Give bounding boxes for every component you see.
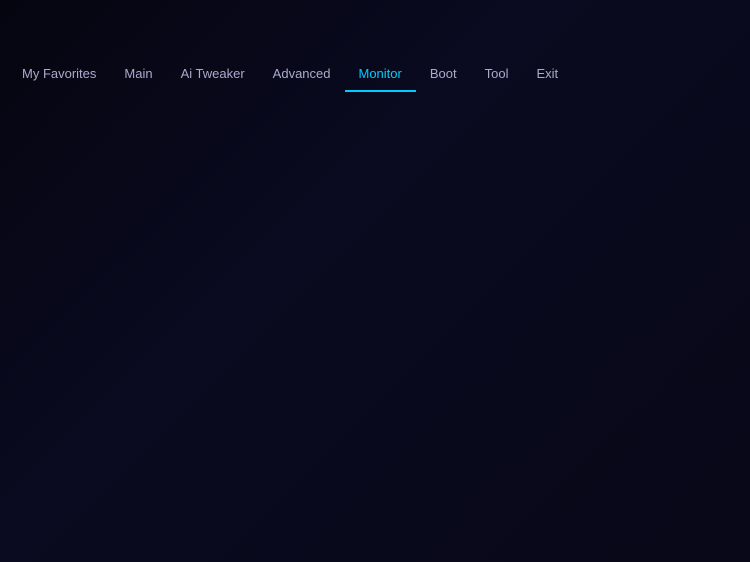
nav-exit-label: Exit (536, 66, 558, 81)
nav-tool-label: Tool (485, 66, 509, 81)
nav-monitor[interactable]: Monitor (345, 56, 416, 92)
nav-favorites-label: My Favorites (22, 66, 96, 81)
nav-advanced[interactable]: Advanced (259, 56, 345, 90)
nav-boot[interactable]: Boot (416, 56, 471, 90)
nav-boot-label: Boot (430, 66, 457, 81)
nav-main-label: Main (124, 66, 152, 81)
nav-ai-tweaker[interactable]: Ai Tweaker (167, 56, 259, 90)
nav-monitor-label: Monitor (359, 66, 402, 81)
nav-favorites[interactable]: My Favorites (8, 56, 110, 90)
nav-ai-tweaker-label: Ai Tweaker (181, 66, 245, 81)
nav-main[interactable]: Main (110, 56, 166, 90)
main-container: ⚔ UEFI BIOS Utility – Advanced Mode 01/0… (0, 0, 750, 562)
nav-tool[interactable]: Tool (471, 56, 523, 90)
nav-advanced-label: Advanced (273, 66, 331, 81)
nav-exit[interactable]: Exit (522, 56, 572, 90)
